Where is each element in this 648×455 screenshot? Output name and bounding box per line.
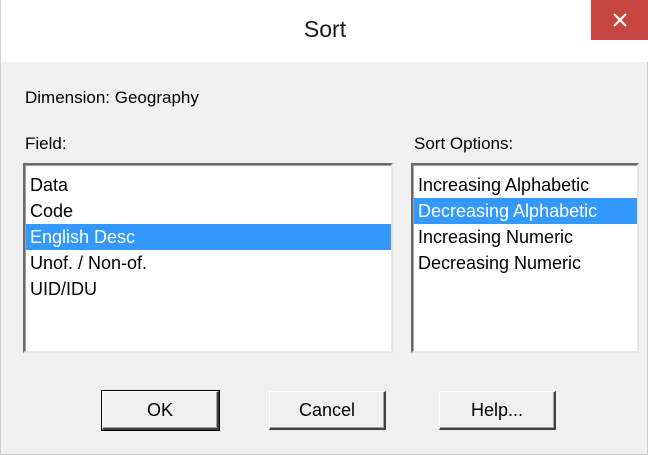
close-button[interactable] (591, 0, 648, 40)
sort-options-label: Sort Options: (414, 134, 514, 153)
field-item-code[interactable]: Code (26, 198, 391, 224)
field-item-english-desc[interactable]: English Desc (26, 224, 391, 250)
ok-button[interactable]: OK (101, 390, 220, 431)
field-item-uid-idu[interactable]: UID/IDU (26, 276, 391, 302)
close-x-icon (613, 13, 627, 27)
sort-dialog: Sort Dimension: Geography Field: Sort Op… (0, 0, 648, 455)
field-item-data[interactable]: Data (26, 172, 391, 198)
sort-options-listbox[interactable]: Increasing Alphabetic Decreasing Alphabe… (411, 163, 639, 353)
cancel-button[interactable]: Cancel (269, 391, 386, 430)
field-label: Field: (25, 134, 67, 153)
title-bar: Sort (1, 0, 648, 62)
sort-option-decreasing-numeric[interactable]: Decreasing Numeric (414, 250, 637, 276)
help-button[interactable]: Help... (439, 391, 556, 430)
sort-option-increasing-alphabetic[interactable]: Increasing Alphabetic (414, 172, 637, 198)
dimension-label: Dimension: Geography (25, 88, 199, 107)
sort-option-increasing-numeric[interactable]: Increasing Numeric (414, 224, 637, 250)
window-title: Sort (303, 16, 347, 42)
sort-option-decreasing-alphabetic[interactable]: Decreasing Alphabetic (414, 198, 637, 224)
field-listbox[interactable]: Data Code English Desc Unof. / Non-of. U… (23, 163, 393, 353)
field-item-unof-non-of[interactable]: Unof. / Non-of. (26, 250, 391, 276)
